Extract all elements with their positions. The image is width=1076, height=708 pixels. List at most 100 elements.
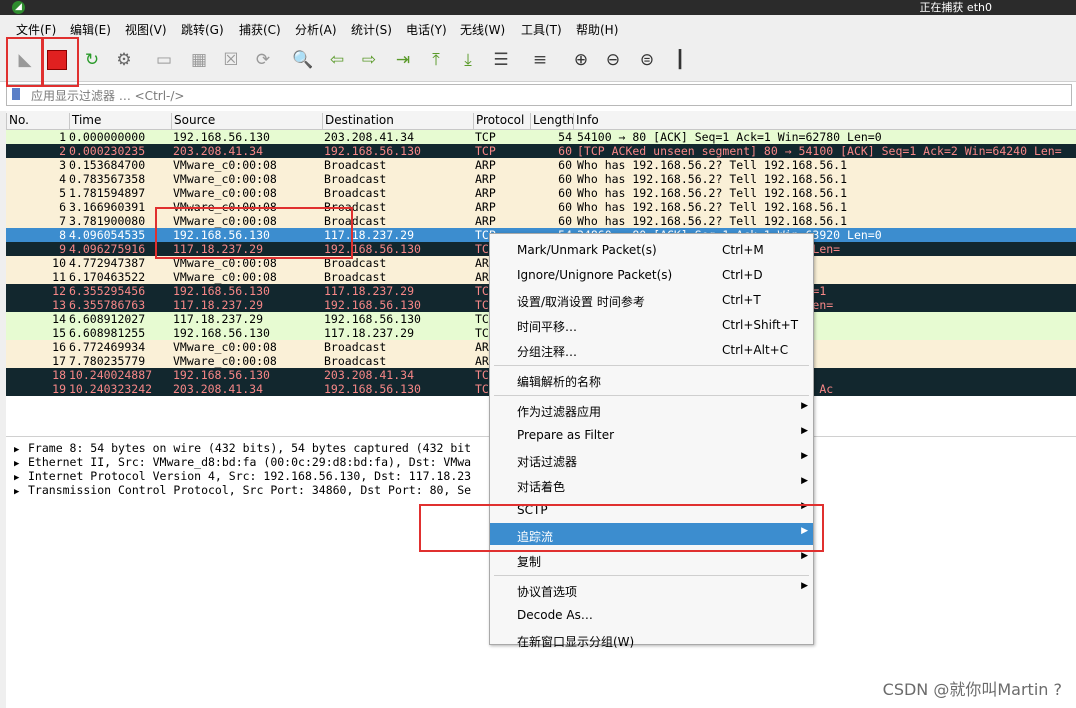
highlight-box-start-capture [6,37,44,87]
menu-item-2[interactable]: 视图(V) [125,21,167,38]
packet-row[interactable]: 4 0.783567358 VMware_c0:00:08 Broadcast ARP 6… [6,172,1076,186]
context-menu-label: Prepare as Filter [517,428,615,442]
context-menu-label: 编辑解析的名称 [517,375,602,389]
column-header-destination[interactable]: Destination [322,113,394,129]
autoscroll-icon[interactable]: ☰ [488,47,514,73]
context-menu-item[interactable]: 编辑解析的名称 [490,368,813,390]
menu-item-3[interactable]: 跳转(G) [181,21,224,38]
packet-cell-dst: 117.18.237.29 [324,284,415,298]
packet-cell-no: 2 [59,144,66,158]
packet-cell-info: Who has 192.168.56.2? Tell 192.168.56.1 [577,158,848,172]
go-back-icon[interactable]: ⇦ [324,47,350,73]
packet-cell-src: 192.168.56.130 [173,284,270,298]
packet-cell-no: 16 [52,340,66,354]
resize-columns-icon[interactable]: ┃ [667,47,693,73]
packet-cell-no: 4 [59,172,66,186]
context-menu-item[interactable]: 时间平移… Ctrl+Shift+T [490,313,813,335]
menu-separator [494,365,809,366]
find-packet-icon[interactable]: 🔍 [290,47,316,73]
detail-tree-item[interactable]: ▶ Frame 8: 54 bytes on wire (432 bits), 5… [14,441,471,455]
save-file-icon[interactable]: ▦ [186,47,212,73]
window-title: 正在捕获 eth0 [919,1,992,14]
detail-tree-item[interactable]: ▶ Transmission Control Protocol, Src Port… [14,483,471,497]
context-menu-item[interactable]: 对话过滤器 ▶ [490,448,813,470]
go-last-icon[interactable]: ⤓ [455,47,481,73]
packet-cell-time: 6.170463522 [69,270,146,284]
context-menu-item[interactable]: 协议首选项 ▶ [490,578,813,600]
context-menu[interactable]: Mark/Unmark Packet(s) Ctrl+M Ignore/Unigno… [489,233,814,649]
close-file-icon[interactable]: ☒ [218,47,244,73]
capture-options-icon[interactable]: ⚙ [111,47,137,73]
context-menu-item[interactable]: 分组注释… Ctrl+Alt+C [490,338,813,360]
packet-row[interactable]: 1 0.000000000 192.168.56.130 203.208.41.34 T… [6,130,1076,144]
packet-row[interactable]: 3 0.153684700 VMware_c0:00:08 Broadcast ARP 6… [6,158,1076,172]
context-menu-item[interactable]: 作为过滤器应用 ▶ [490,398,813,420]
menu-item-6[interactable]: 统计(S) [351,21,392,38]
zoom-out-icon[interactable]: ⊖ [600,47,626,73]
menu-item-7[interactable]: 电话(Y) [406,21,447,38]
expand-arrow-icon[interactable]: ▶ [14,487,28,497]
detail-tree-label: Internet Protocol Version 4, Src: 192.16… [28,469,472,483]
context-menu-item[interactable]: Mark/Unmark Packet(s) Ctrl+M [490,238,813,260]
packet-cell-time: 4.772947387 [69,256,146,270]
go-to-packet-icon[interactable]: ⇥ [390,47,416,73]
packet-cell-time: 6.355295456 [69,284,146,298]
packet-cell-proto: TC [475,326,489,340]
reload-file-icon[interactable]: ⟳ [250,47,276,73]
packet-cell-info: Who has 192.168.56.2? Tell 192.168.56.1 [577,214,848,228]
menu-item-10[interactable]: 帮助(H) [576,21,618,38]
menu-item-8[interactable]: 无线(W) [460,21,505,38]
context-menu-item[interactable]: 在新窗口显示分组(W) [490,628,813,650]
detail-tree-item[interactable]: ▶ Ethernet II, Src: VMware_d8:bd:fa (00:0… [14,455,471,469]
context-menu-item[interactable]: Prepare as Filter ▶ [490,423,813,445]
zoom-in-icon[interactable]: ⊕ [568,47,594,73]
zoom-normal-icon[interactable]: ⊜ [634,47,660,73]
bookmark-icon[interactable] [12,88,20,100]
packet-cell-no: 10 [52,256,66,270]
packet-cell-dst: 192.168.56.130 [324,144,421,158]
display-filter-input[interactable] [29,86,1063,105]
open-file-icon[interactable]: ▭ [151,47,177,73]
restart-capture-icon[interactable]: ↻ [79,47,105,73]
context-menu-item[interactable]: Decode As… [490,603,813,625]
expand-arrow-icon[interactable]: ▶ [14,473,28,483]
packet-cell-proto: TCP [475,130,496,144]
menu-item-4[interactable]: 捕获(C) [239,21,281,38]
packet-row[interactable]: 2 0.000230235 203.208.41.34 192.168.56.130 T… [6,144,1076,158]
packet-cell-proto: AR [475,270,489,284]
packet-cell-info: Who has 192.168.56.2? Tell 192.168.56.1 [577,172,848,186]
colorize-icon[interactable]: ≡ [527,47,553,73]
column-header-protocol[interactable]: Protocol [473,113,524,129]
packet-cell-time: 6.608981255 [69,326,146,340]
expand-arrow-icon[interactable]: ▶ [14,445,28,455]
menu-item-0[interactable]: 文件(F) [16,21,56,38]
go-first-icon[interactable]: ⤒ [423,47,449,73]
packet-cell-no: 3 [59,158,66,172]
packet-cell-time: 0.783567358 [69,172,146,186]
column-header-time[interactable]: Time [69,113,101,129]
column-header-info[interactable]: Info [573,113,599,129]
context-menu-item[interactable]: 对话着色 ▶ [490,473,813,495]
menu-item-1[interactable]: 编辑(E) [70,21,111,38]
context-menu-label: Mark/Unmark Packet(s) [517,243,657,257]
column-header-length[interactable]: Length [530,113,574,129]
detail-tree-item[interactable]: ▶ Internet Protocol Version 4, Src: 192.1… [14,469,471,483]
menu-item-5[interactable]: 分析(A) [295,21,337,38]
expand-arrow-icon[interactable]: ▶ [14,459,28,469]
packet-cell-src: 117.18.237.29 [173,298,264,312]
column-header-no[interactable]: No. [6,113,29,129]
context-menu-item[interactable]: 设置/取消设置 时间参考 Ctrl+T [490,288,813,310]
packet-cell-len: 60 [558,144,572,158]
go-forward-icon[interactable]: ⇨ [356,47,382,73]
packet-cell-time: 3.166960391 [69,200,146,214]
menu-item-9[interactable]: 工具(T) [521,21,562,38]
packet-cell-no: 8 [59,228,66,242]
display-filter-bar[interactable] [6,84,1072,106]
column-header-source[interactable]: Source [171,113,215,129]
packet-cell-len: 60 [558,214,572,228]
packet-cell-time: 4.096054535 [69,228,146,242]
context-menu-item[interactable]: Ignore/Unignore Packet(s) Ctrl+D [490,263,813,285]
packet-cell-proto: AR [475,256,489,270]
packet-row[interactable]: 5 1.781594897 VMware_c0:00:08 Broadcast ARP 6… [6,186,1076,200]
context-menu-label: 时间平移… [517,320,578,334]
